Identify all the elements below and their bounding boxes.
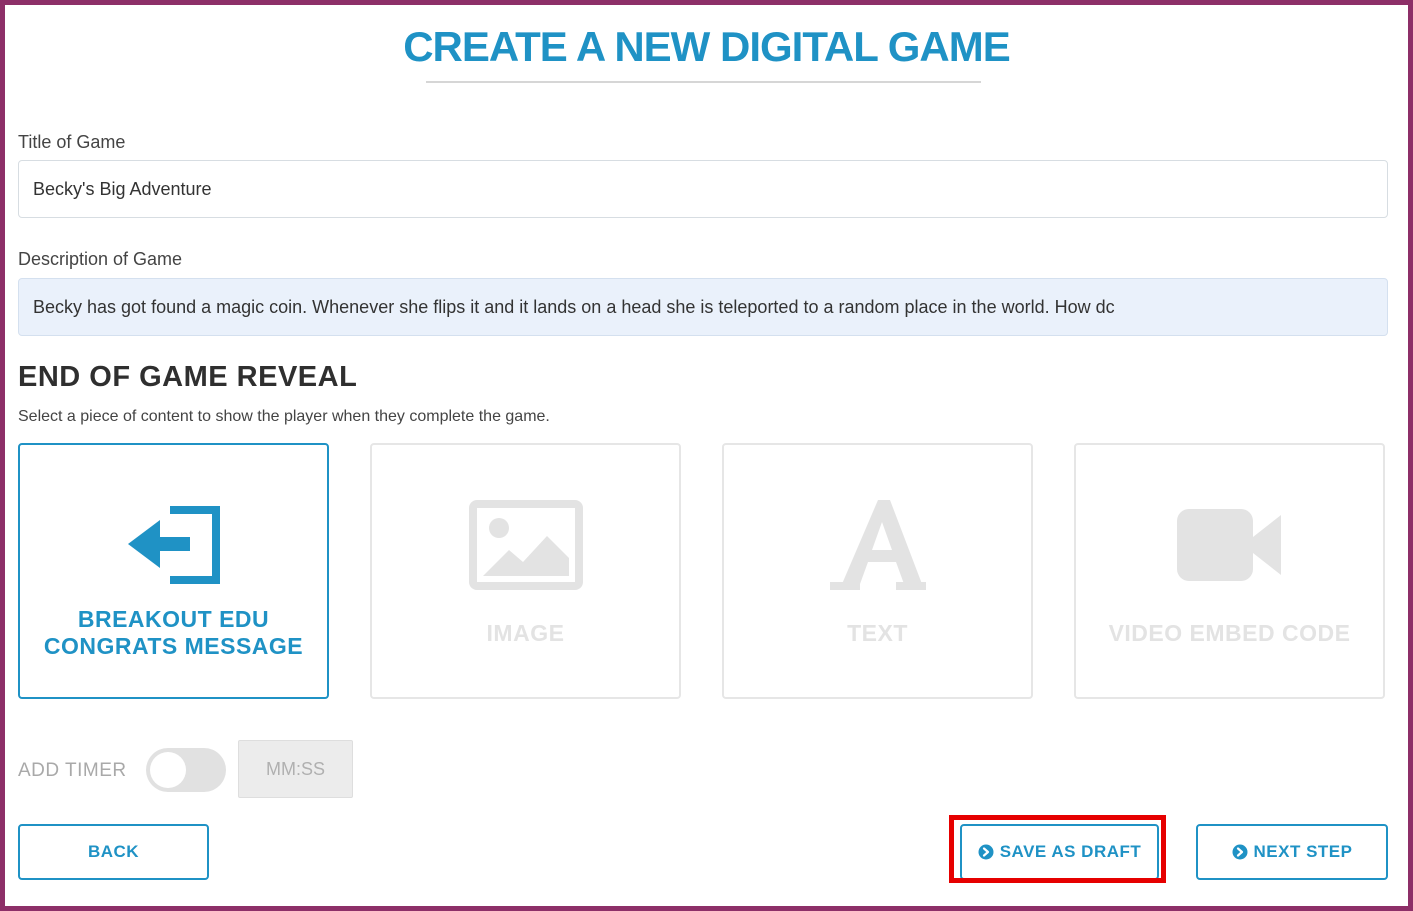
exit-arrow-icon: [20, 500, 327, 590]
reveal-option-image[interactable]: IMAGE: [370, 443, 681, 699]
back-button-label: BACK: [87, 842, 140, 861]
description-field-label: Description of Game: [18, 249, 183, 269]
timer-input[interactable]: MM:SS: [238, 740, 353, 798]
image-icon: [372, 500, 679, 590]
arrow-circle-right-icon: [1232, 844, 1248, 860]
end-of-game-reveal-heading: END OF GAME REVEAL: [18, 361, 358, 393]
page-frame: CREATE A NEW DIGITAL GAME Title of Game …: [0, 0, 1413, 911]
video-camera-icon: [1076, 500, 1383, 590]
save-as-draft-button[interactable]: SAVE AS DRAFT: [960, 824, 1159, 880]
add-timer-label: ADD TIMER: [18, 760, 127, 781]
reveal-option-congrats-message[interactable]: BREAKOUT EDU CONGRATS MESSAGE: [18, 443, 329, 699]
reveal-option-video-embed[interactable]: VIDEO EMBED CODE: [1074, 443, 1385, 699]
end-of-game-reveal-subtitle: Select a piece of content to show the pl…: [18, 408, 550, 425]
game-description-input[interactable]: Becky has got found a magic coin. Whenev…: [18, 278, 1388, 336]
reveal-option-label: VIDEO EMBED CODE: [1108, 619, 1351, 646]
title-divider: [426, 81, 981, 83]
next-step-button[interactable]: NEXT STEP: [1196, 824, 1388, 880]
back-button[interactable]: BACK: [18, 824, 209, 880]
arrow-circle-right-icon: [978, 844, 994, 860]
title-field-label: Title of Game: [18, 132, 126, 152]
reveal-option-label: BREAKOUT EDU CONGRATS MESSAGE: [43, 606, 304, 659]
next-step-label: NEXT STEP: [1253, 842, 1353, 861]
page-title: CREATE A NEW DIGITAL GAME: [403, 23, 1011, 70]
reveal-option-label: TEXT: [847, 619, 908, 646]
reveal-option-text[interactable]: TEXT: [722, 443, 1033, 699]
save-as-draft-label: SAVE AS DRAFT: [999, 842, 1142, 861]
game-title-input[interactable]: Becky's Big Adventure: [18, 160, 1388, 218]
toggle-knob: [150, 752, 186, 788]
text-letter-a-icon: [724, 500, 1031, 590]
add-timer-toggle[interactable]: [146, 748, 226, 792]
reveal-option-label: IMAGE: [486, 619, 565, 646]
